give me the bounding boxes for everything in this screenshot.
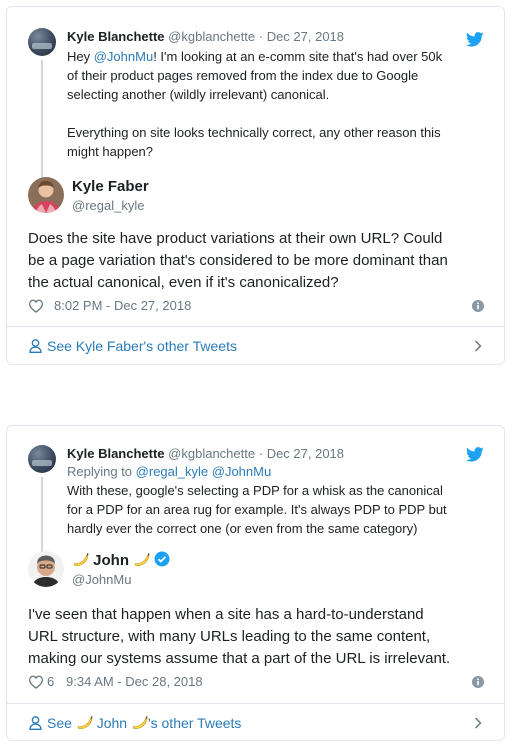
author-handle[interactable]: @regal_kyle [72, 197, 144, 215]
tweet-timestamp[interactable]: 8:02 PM - Dec 27, 2018 [54, 296, 191, 316]
mention-link[interactable]: @JohnMu [94, 49, 153, 64]
embedded-tweet-card-kyle-faber: Kyle Blanchette @kgblanchette · Dec 27, … [6, 6, 505, 365]
text-line: hardly ever the correct one (or even fro… [67, 521, 418, 536]
tweet-meta: 8:02 PM - Dec 27, 2018 [28, 296, 484, 316]
replying-to-label: Replying to [67, 464, 133, 479]
text-line: might happen? [67, 144, 154, 159]
parent-tweet[interactable]: Kyle Blanchette @kgblanchette · Dec 27, … [28, 445, 488, 555]
see-other-tweets-label: See John 's other Tweets [47, 704, 241, 742]
tweet-text: Does the site have product variations at… [28, 228, 488, 294]
text-line: making our systems assume that a part of… [28, 650, 451, 667]
mention-link[interactable]: @regal_kyle [136, 464, 208, 479]
text-line: Everything on site looks technically cor… [67, 125, 441, 140]
parent-author-name[interactable]: Kyle Blanchette [67, 29, 165, 44]
text-line: selecting another (wildly irrelevant) ca… [67, 87, 330, 102]
parent-author-handle[interactable]: @kgblanchette [168, 29, 255, 44]
author-name-row[interactable]: John [72, 551, 170, 571]
parent-author-handle[interactable]: @kgblanchette [168, 446, 255, 461]
heart-icon[interactable] [28, 675, 44, 689]
text-line: for a PDP for an area rug for example. I… [67, 502, 447, 517]
text-line: of their product pages removed from the … [67, 68, 419, 83]
see-label-suffix: 's other Tweets [147, 715, 242, 731]
banana-emoji-icon [77, 716, 93, 729]
banana-emoji-icon [73, 553, 89, 566]
parent-tweet-text: Hey @JohnMu! I'm looking at an e-comm si… [67, 47, 466, 161]
text-fragment: Hey [67, 49, 94, 64]
text-line: the actual canonical, even if it's canon… [28, 274, 339, 291]
text-line: With these, google's selecting a PDP for… [67, 483, 443, 498]
avatar[interactable] [28, 551, 64, 587]
thread-line [41, 60, 43, 182]
text-line: be a page variation that's considered to… [28, 252, 448, 269]
banana-emoji-icon [132, 716, 148, 729]
see-label-prefix: See [47, 715, 72, 731]
see-label-name: John [96, 715, 128, 731]
see-other-tweets-link[interactable]: See John 's other Tweets [7, 704, 504, 742]
text-fragment: ! I'm looking at an e-comm site that's h… [153, 49, 443, 64]
author-name[interactable]: John [93, 552, 129, 569]
avatar[interactable] [28, 445, 56, 473]
parent-tweet-header: Kyle Blanchette @kgblanchette · Dec 27, … [67, 445, 466, 463]
text-line: I've seen that happen when a site has a … [28, 606, 424, 623]
see-other-tweets-link[interactable]: See Kyle Faber's other Tweets [7, 327, 504, 365]
chevron-right-icon [474, 717, 482, 729]
banana-emoji-icon [134, 553, 150, 566]
chevron-right-icon [474, 340, 482, 352]
parent-date[interactable]: Dec 27, 2018 [267, 446, 344, 461]
info-icon[interactable] [472, 676, 484, 688]
person-icon [29, 339, 42, 353]
parent-tweet[interactable]: Kyle Blanchette @kgblanchette · Dec 27, … [28, 28, 488, 182]
author-handle[interactable]: @JohnMu [72, 571, 131, 589]
heart-icon[interactable] [28, 299, 44, 313]
info-icon[interactable] [472, 300, 484, 312]
author-name[interactable]: Kyle Faber [72, 177, 149, 197]
thread-line [41, 477, 43, 555]
text-line: Does the site have product variations at… [28, 230, 443, 247]
replying-to: Replying to @regal_kyle @JohnMu [67, 463, 466, 481]
like-count[interactable]: 6 [47, 672, 54, 692]
verified-badge-icon [154, 551, 170, 567]
tweet-timestamp[interactable]: 9:34 AM - Dec 28, 2018 [66, 672, 203, 692]
see-other-tweets-label: See Kyle Faber's other Tweets [47, 338, 237, 354]
avatar[interactable] [28, 177, 64, 213]
parent-tweet-text: With these, google's selecting a PDP for… [67, 481, 466, 538]
tweet-meta: 6 9:34 AM - Dec 28, 2018 [28, 672, 484, 692]
embedded-tweet-card-john: Kyle Blanchette @kgblanchette · Dec 27, … [6, 425, 505, 741]
parent-author-name[interactable]: Kyle Blanchette [67, 446, 165, 461]
parent-tweet-header: Kyle Blanchette @kgblanchette · Dec 27, … [67, 28, 466, 46]
text-line: URL structure, with many URLs leading to… [28, 628, 431, 645]
avatar[interactable] [28, 28, 56, 56]
person-icon [29, 716, 42, 730]
parent-date[interactable]: Dec 27, 2018 [267, 29, 344, 44]
tweet-text: I've seen that happen when a site has a … [28, 604, 488, 670]
separator: · [258, 446, 264, 461]
mention-link[interactable]: @JohnMu [212, 464, 271, 479]
separator: · [258, 29, 264, 44]
